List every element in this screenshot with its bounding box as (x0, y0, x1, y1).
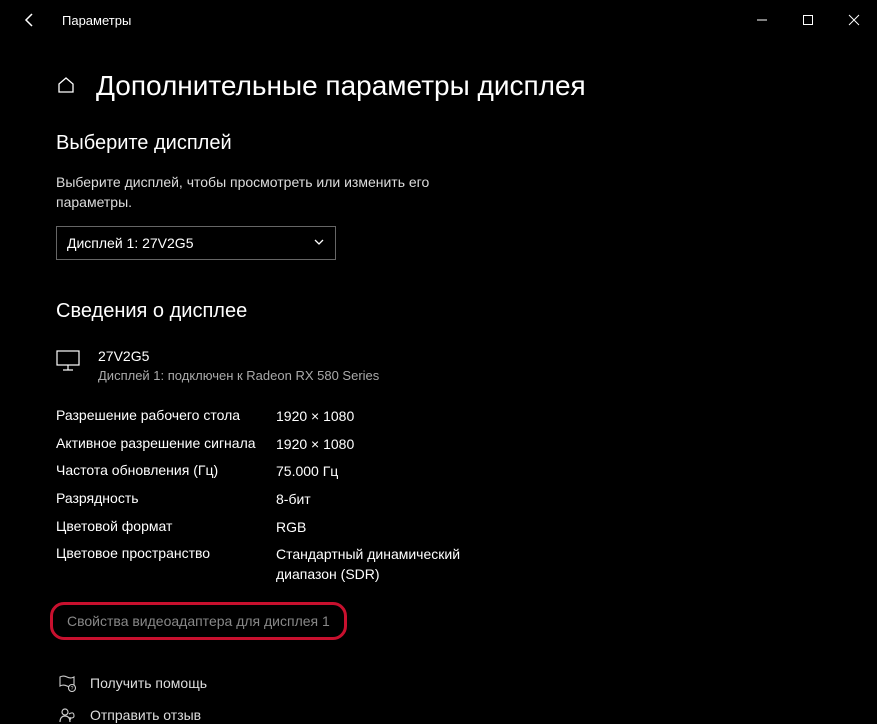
feedback-label: Отправить отзыв (90, 707, 201, 723)
property-value: 1920 × 1080 (276, 407, 354, 427)
feedback-icon (56, 706, 78, 724)
maximize-icon (802, 14, 814, 26)
property-value: Стандартный динамический диапазон (SDR) (276, 545, 516, 584)
app-title: Параметры (62, 13, 131, 28)
property-label: Активное разрешение сигнала (56, 435, 276, 455)
adapter-link-highlight: Свойства видеоадаптера для дисплея 1 (50, 602, 347, 640)
property-row: Цветовой форматRGB (56, 514, 821, 542)
feedback-link[interactable]: Отправить отзыв (56, 706, 821, 724)
monitor-icon (56, 350, 82, 375)
property-label: Разрешение рабочего стола (56, 407, 276, 427)
display-info-title: Сведения о дисплее (56, 300, 821, 323)
display-subtitle: Дисплей 1: подключен к Radeon RX 580 Ser… (98, 368, 379, 383)
property-label: Частота обновления (Гц) (56, 462, 276, 482)
select-display-desc: Выберите дисплей, чтобы просмотреть или … (56, 173, 436, 212)
property-value: RGB (276, 518, 306, 538)
property-row: Активное разрешение сигнала1920 × 1080 (56, 431, 821, 459)
get-help-label: Получить помощь (90, 675, 207, 691)
property-row: Частота обновления (Гц)75.000 Гц (56, 458, 821, 486)
maximize-button[interactable] (785, 0, 831, 40)
property-label: Разрядность (56, 490, 276, 510)
svg-text:?: ? (71, 686, 74, 692)
minimize-icon (756, 14, 768, 26)
back-button[interactable] (18, 12, 42, 28)
property-label: Цветовой формат (56, 518, 276, 538)
property-value: 1920 × 1080 (276, 435, 354, 455)
content: Дополнительные параметры дисплея Выберит… (0, 70, 877, 724)
arrow-left-icon (22, 12, 38, 28)
display-properties: Разрешение рабочего стола1920 × 1080Акти… (56, 403, 821, 588)
home-icon[interactable] (56, 75, 78, 97)
property-row: Цветовое пространствоСтандартный динамич… (56, 541, 821, 588)
property-value: 75.000 Гц (276, 462, 338, 482)
chevron-down-icon (313, 235, 325, 251)
property-label: Цветовое пространство (56, 545, 276, 584)
page-title: Дополнительные параметры дисплея (96, 70, 586, 102)
help-icon: ? (56, 674, 78, 692)
display-dropdown[interactable]: Дисплей 1: 27V2G5 (56, 226, 336, 260)
get-help-link[interactable]: ? Получить помощь (56, 674, 821, 692)
adapter-properties-link[interactable]: Свойства видеоадаптера для дисплея 1 (67, 613, 330, 629)
close-button[interactable] (831, 0, 877, 40)
property-row: Разрядность8-бит (56, 486, 821, 514)
dropdown-value: Дисплей 1: 27V2G5 (67, 235, 194, 251)
property-row: Разрешение рабочего стола1920 × 1080 (56, 403, 821, 431)
minimize-button[interactable] (739, 0, 785, 40)
close-icon (848, 14, 860, 26)
property-value: 8-бит (276, 490, 311, 510)
titlebar: Параметры (0, 0, 877, 40)
select-display-title: Выберите дисплей (56, 132, 821, 155)
display-name: 27V2G5 (98, 348, 379, 364)
